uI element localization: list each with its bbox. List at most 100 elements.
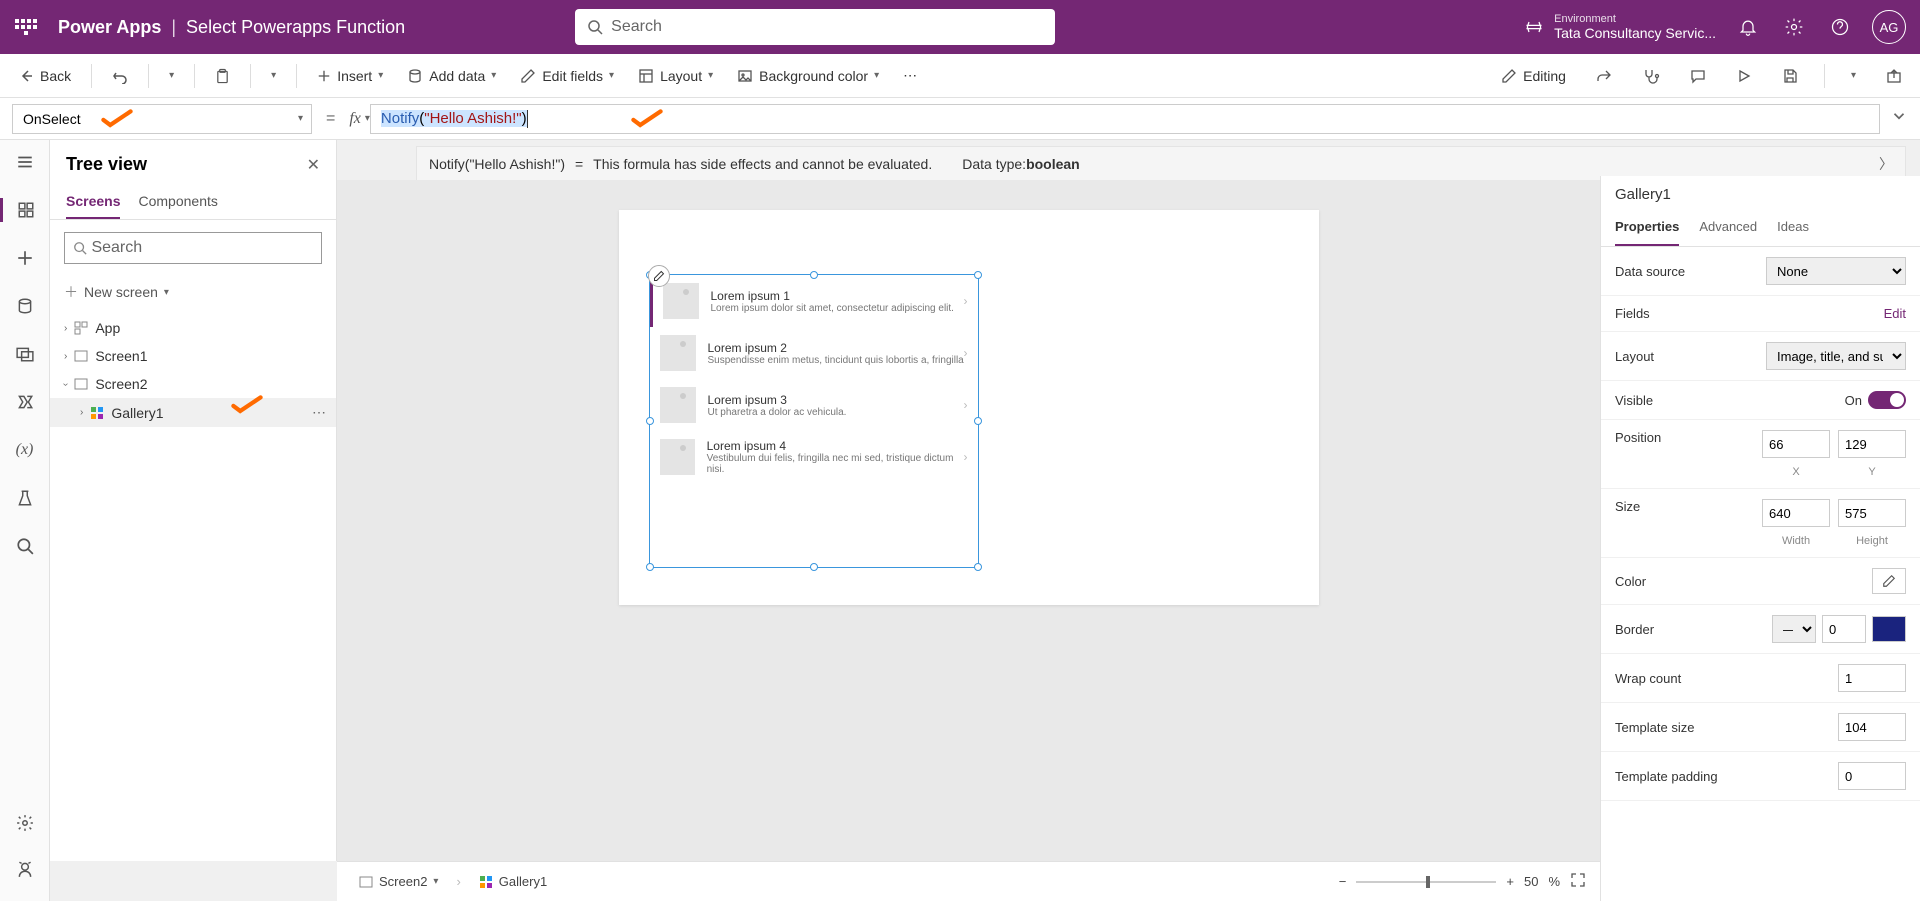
prop-visible-toggle[interactable] bbox=[1868, 391, 1906, 409]
prop-datasource-select[interactable]: None bbox=[1766, 257, 1906, 285]
result-formula: Notify("Hello Ashish!") bbox=[429, 156, 565, 172]
prop-y-input[interactable] bbox=[1838, 430, 1906, 458]
gallery-row[interactable]: Lorem ipsum 2Suspendisse enim metus, tin… bbox=[650, 327, 978, 379]
tree-item-app[interactable]: › App bbox=[50, 314, 336, 342]
prop-wrap-input[interactable] bbox=[1838, 664, 1906, 692]
undo-icon bbox=[112, 68, 128, 84]
tree-close-icon[interactable]: ✕ bbox=[307, 155, 320, 175]
prop-color-picker[interactable] bbox=[1872, 568, 1906, 594]
save-dropdown[interactable]: ▾ bbox=[1843, 64, 1864, 87]
tree-item-screen2[interactable]: › Screen2 bbox=[50, 370, 336, 398]
search-rail-icon[interactable] bbox=[13, 534, 37, 558]
prop-fields-edit[interactable]: Edit bbox=[1884, 306, 1906, 321]
insert-rail-icon[interactable] bbox=[13, 246, 37, 270]
prop-tpad-input[interactable] bbox=[1838, 762, 1906, 790]
more-button[interactable]: ⋯ bbox=[895, 61, 925, 90]
global-search[interactable]: Search bbox=[575, 9, 1055, 45]
prop-tsize-input[interactable] bbox=[1838, 713, 1906, 741]
formula-input[interactable]: Notify("Hello Ashish!") bbox=[370, 104, 1880, 134]
back-label: Back bbox=[40, 68, 71, 84]
breadcrumb-screen[interactable]: Screen2▾ bbox=[351, 870, 446, 893]
notifications-icon[interactable] bbox=[1734, 13, 1762, 41]
tree-item-gallery1[interactable]: › Gallery1 ⋯ bbox=[50, 398, 336, 427]
gallery-title: Lorem ipsum 3 bbox=[708, 393, 847, 407]
new-screen-label: New screen bbox=[84, 284, 158, 300]
breadcrumb-gallery[interactable]: Gallery1 bbox=[471, 870, 555, 893]
prop-position-label: Position bbox=[1615, 430, 1762, 445]
undo-button[interactable] bbox=[104, 62, 136, 90]
gallery-icon bbox=[89, 405, 105, 421]
data-rail-icon[interactable] bbox=[13, 294, 37, 318]
gallery-selection[interactable]: Lorem ipsum 1Lorem ipsum dolor sit amet,… bbox=[649, 274, 979, 568]
fit-screen-icon[interactable] bbox=[1570, 872, 1586, 891]
result-next-icon[interactable]: 〉 bbox=[1879, 154, 1893, 174]
tab-advanced[interactable]: Advanced bbox=[1699, 213, 1757, 246]
fx-icon[interactable]: fx bbox=[349, 110, 361, 128]
checker-button[interactable] bbox=[1634, 62, 1668, 90]
help-icon[interactable] bbox=[1826, 13, 1854, 41]
edit-gallery-icon[interactable] bbox=[648, 265, 670, 287]
hamburger-icon[interactable] bbox=[13, 150, 37, 174]
tab-screens[interactable]: Screens bbox=[66, 187, 120, 219]
settings-rail-icon[interactable] bbox=[13, 811, 37, 835]
gallery-row[interactable]: Lorem ipsum 4Vestibulum dui felis, fring… bbox=[650, 431, 978, 483]
media-rail-icon[interactable] bbox=[13, 342, 37, 366]
back-button[interactable]: Back bbox=[10, 62, 79, 90]
gallery-row[interactable]: Lorem ipsum 1Lorem ipsum dolor sit amet,… bbox=[650, 275, 978, 327]
edit-fields-button[interactable]: Edit fields▾ bbox=[512, 62, 622, 90]
prop-border-width[interactable] bbox=[1822, 615, 1866, 643]
canvas-area[interactable]: Lorem ipsum 1Lorem ipsum dolor sit amet,… bbox=[337, 180, 1600, 861]
publish-button[interactable] bbox=[1878, 62, 1910, 90]
tree-item-more-icon[interactable]: ⋯ bbox=[312, 404, 326, 421]
add-data-button[interactable]: Add data▾ bbox=[399, 62, 504, 90]
prop-visible-label: Visible bbox=[1615, 393, 1845, 408]
prop-height-input[interactable] bbox=[1838, 499, 1906, 527]
variables-rail-icon[interactable]: (x) bbox=[13, 438, 37, 462]
app-launcher-icon[interactable] bbox=[14, 15, 38, 39]
insert-button[interactable]: Insert▾ bbox=[309, 62, 391, 90]
prop-color-label: Color bbox=[1615, 574, 1872, 589]
bg-color-button[interactable]: Background color▾ bbox=[729, 62, 887, 90]
prop-width-input[interactable] bbox=[1762, 499, 1830, 527]
virtual-agent-icon[interactable] bbox=[13, 857, 37, 881]
zoom-slider[interactable] bbox=[1356, 881, 1496, 883]
chevron-right-icon: › bbox=[964, 398, 968, 412]
prop-border-style[interactable]: — bbox=[1772, 615, 1816, 643]
formula-expand[interactable] bbox=[1890, 107, 1908, 130]
screen-canvas[interactable]: Lorem ipsum 1Lorem ipsum dolor sit amet,… bbox=[619, 210, 1319, 605]
gallery-row[interactable]: Lorem ipsum 3Ut pharetra a dolor ac vehi… bbox=[650, 379, 978, 431]
prop-layout-select[interactable]: Image, title, and subtitle bbox=[1766, 342, 1906, 370]
new-screen-button[interactable]: ＋New screen▾ bbox=[50, 276, 336, 308]
prop-border-label: Border bbox=[1615, 622, 1772, 637]
share-button[interactable] bbox=[1588, 62, 1620, 90]
paste-dropdown[interactable]: ▾ bbox=[263, 64, 284, 87]
breadcrumb-gallery-label: Gallery1 bbox=[499, 874, 547, 889]
flows-rail-icon[interactable] bbox=[13, 390, 37, 414]
paste-button[interactable] bbox=[207, 62, 238, 90]
undo-dropdown[interactable]: ▾ bbox=[161, 64, 182, 87]
tools-rail-icon[interactable] bbox=[13, 486, 37, 510]
result-message: This formula has side effects and cannot… bbox=[593, 156, 932, 172]
tab-properties[interactable]: Properties bbox=[1615, 213, 1679, 246]
play-button[interactable] bbox=[1728, 62, 1760, 90]
tab-ideas[interactable]: Ideas bbox=[1777, 213, 1809, 246]
environment-picker[interactable]: Environment Tata Consultancy Servic... bbox=[1524, 13, 1716, 41]
gallery-subtitle: Lorem ipsum dolor sit amet, consectetur … bbox=[711, 303, 954, 314]
title-divider: | bbox=[171, 17, 176, 38]
tab-components[interactable]: Components bbox=[138, 187, 217, 219]
save-button[interactable] bbox=[1774, 62, 1806, 90]
tree-view-icon[interactable] bbox=[0, 198, 49, 222]
zoom-in[interactable]: + bbox=[1506, 874, 1514, 889]
zoom-out[interactable]: − bbox=[1339, 874, 1347, 889]
tree-item-screen1[interactable]: › Screen1 bbox=[50, 342, 336, 370]
comments-button[interactable] bbox=[1682, 62, 1714, 90]
property-selector[interactable]: OnSelect ▾ bbox=[12, 104, 312, 134]
layout-button[interactable]: Layout▾ bbox=[630, 62, 721, 90]
settings-icon[interactable] bbox=[1780, 13, 1808, 41]
gallery-subtitle: Ut pharetra a dolor ac vehicula. bbox=[708, 407, 847, 418]
prop-border-color[interactable] bbox=[1872, 616, 1906, 642]
editing-mode[interactable]: Editing bbox=[1493, 62, 1574, 90]
prop-x-input[interactable] bbox=[1762, 430, 1830, 458]
user-avatar[interactable]: AG bbox=[1872, 10, 1906, 44]
tree-search[interactable]: Search bbox=[64, 232, 322, 264]
